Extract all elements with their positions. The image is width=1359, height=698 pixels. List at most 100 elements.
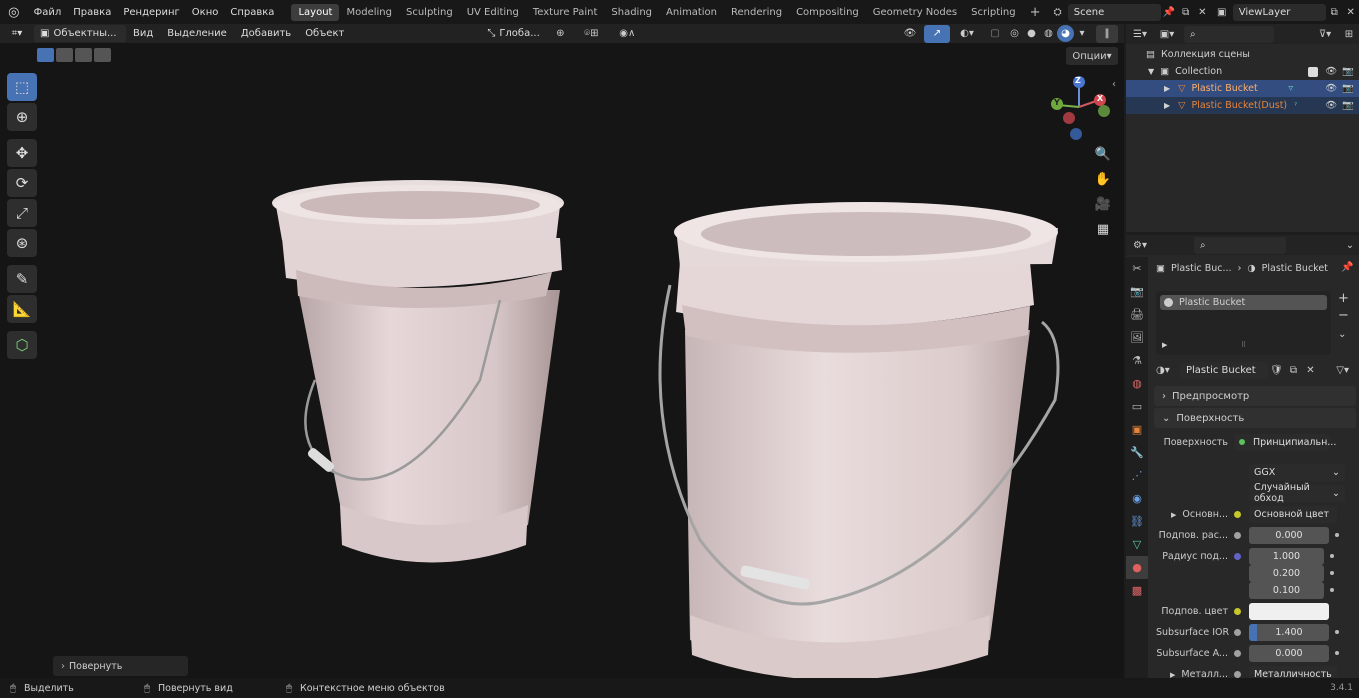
expand-icon[interactable]: ▶	[1170, 671, 1175, 679]
base-color-link[interactable]: Основной цвет	[1249, 505, 1337, 523]
eye-icon[interactable]: 👁	[1325, 100, 1337, 111]
tab-animation[interactable]: Animation	[659, 4, 724, 21]
outliner-scene-collection-row[interactable]: ▤ Коллекция сцены	[1126, 46, 1359, 63]
modifier-tab-icon[interactable]: 🔧	[1126, 441, 1148, 464]
new-viewlayer-icon[interactable]: ⧉	[1326, 7, 1343, 18]
radius-x-field[interactable]: 1.000	[1249, 547, 1324, 565]
subsurface-color-swatch[interactable]	[1249, 602, 1329, 620]
radius-z-field[interactable]: 0.100	[1249, 581, 1324, 599]
material-slot-list[interactable]: Plastic Bucket ▶ ⠿	[1156, 291, 1331, 355]
menu-render[interactable]: Рендеринг	[117, 7, 185, 18]
menu-object[interactable]: Объект	[298, 28, 351, 39]
zoom-icon[interactable]: 🔍	[1092, 143, 1114, 165]
subsurface-ior-field[interactable]: 1.400	[1249, 623, 1329, 641]
material-browse-icon[interactable]: ◑▾	[1156, 365, 1180, 376]
visibility-icon[interactable]: 👁	[896, 28, 924, 39]
menu-add[interactable]: Добавить	[234, 28, 298, 39]
material-name-field[interactable]: Plastic Bucket	[1180, 361, 1268, 379]
pan-hand-icon[interactable]: ✋	[1092, 168, 1114, 190]
orientation-dropdown[interactable]: ⤡ Глоба...	[481, 25, 548, 42]
surface-shader-dropdown[interactable]: Принципиальн...	[1234, 433, 1336, 451]
proportional-edit-icon[interactable]: ◉∧	[609, 28, 645, 39]
collapse-sidebar-icon[interactable]: ‹	[1112, 79, 1116, 90]
grid-perspective-icon[interactable]: ▦	[1092, 218, 1114, 240]
eye-icon[interactable]: 👁	[1325, 83, 1337, 94]
keyframe-dot-icon[interactable]	[1335, 533, 1339, 537]
last-operator-panel[interactable]: › Повернуть	[53, 656, 188, 676]
tab-compositing[interactable]: Compositing	[789, 4, 866, 21]
viewlayer-field[interactable]: ViewLayer	[1232, 3, 1326, 21]
pause-icon[interactable]: ‖	[1096, 24, 1118, 43]
menu-help[interactable]: Справка	[224, 7, 280, 18]
axis-gizmo[interactable]	[1044, 75, 1114, 151]
camera-icon[interactable]: 🎥	[1092, 193, 1114, 215]
expand-object-icon[interactable]: ▶	[1164, 84, 1170, 93]
menu-view[interactable]: Вид	[126, 28, 160, 39]
render-tab-icon[interactable]: 📷	[1126, 280, 1148, 303]
tool-tab-icon[interactable]: ✂	[1126, 257, 1148, 280]
mode-dropdown[interactable]: ▣ Объектны...	[34, 25, 126, 42]
tab-rendering[interactable]: Rendering	[724, 4, 789, 21]
keyframe-dot-icon[interactable]	[1335, 651, 1339, 655]
expand-list-icon[interactable]: ▶	[1162, 341, 1167, 349]
menu-file[interactable]: Файл	[28, 7, 68, 18]
xray-icon[interactable]: ▢	[984, 28, 1006, 39]
pin-icon[interactable]: 📌	[1161, 7, 1178, 18]
new-scene-icon[interactable]: ⧉	[1177, 7, 1194, 18]
constraints-tab-icon[interactable]: ⛓	[1126, 510, 1148, 533]
particles-tab-icon[interactable]: ⋰	[1126, 464, 1148, 487]
eye-icon[interactable]: 👁	[1325, 66, 1337, 77]
outliner-collection-row[interactable]: ▼ ▣ Collection 👁 📷	[1126, 63, 1359, 80]
surface-panel-header[interactable]: ⌄ Поверхность	[1154, 408, 1356, 428]
radius-y-field[interactable]: 0.200	[1249, 564, 1324, 582]
link-options-icon[interactable]: ▽▾	[1319, 365, 1349, 376]
duplicate-material-icon[interactable]: ⧉	[1285, 365, 1302, 376]
pivot-icon[interactable]: ⊕	[547, 28, 573, 39]
collection-tab-icon[interactable]: ▭	[1126, 395, 1148, 418]
overlay-toggle-icon[interactable]: ◐▾	[950, 28, 984, 39]
gizmo-toggle-icon[interactable]: ↗	[924, 24, 950, 43]
resize-handle-icon[interactable]: ⠿	[1241, 341, 1246, 349]
plastic-bucket-left[interactable]	[272, 180, 564, 563]
data-tab-icon[interactable]: ▽	[1126, 533, 1148, 556]
menu-edit[interactable]: Правка	[67, 7, 117, 18]
keyframe-dot-icon[interactable]	[1330, 571, 1334, 575]
texture-tab-icon[interactable]: ▩	[1126, 579, 1148, 602]
scene-tab-icon[interactable]: ⚗	[1126, 349, 1148, 372]
material-shading-icon[interactable]: ◍	[1040, 28, 1057, 39]
expand-icon[interactable]: ▶	[1171, 511, 1176, 519]
render-camera-icon[interactable]: 📷	[1342, 83, 1354, 94]
expand-object-icon[interactable]: ▶	[1164, 101, 1170, 110]
new-collection-icon[interactable]: ⊞	[1339, 29, 1359, 40]
tab-texture-paint[interactable]: Texture Paint	[526, 4, 605, 21]
solid-shading-icon[interactable]: ●	[1023, 28, 1040, 39]
editor-type-icon[interactable]: ⌗▾	[0, 28, 34, 39]
physics-tab-icon[interactable]: ◉	[1126, 487, 1148, 510]
render-camera-icon[interactable]: 📷	[1342, 66, 1354, 77]
expand-collection-icon[interactable]: ▼	[1148, 67, 1154, 76]
material-slot-item[interactable]: Plastic Bucket	[1160, 295, 1327, 310]
tab-sculpting[interactable]: Sculpting	[399, 4, 460, 21]
keyframe-dot-icon[interactable]	[1330, 588, 1334, 592]
keyframe-dot-icon[interactable]	[1335, 630, 1339, 634]
tab-layout[interactable]: Layout	[291, 3, 340, 21]
remove-slot-button[interactable]: −	[1338, 308, 1349, 323]
menu-window[interactable]: Окно	[186, 7, 225, 18]
3d-viewport[interactable]: Опции ▾ ⬚ ⊕ ✥ ⟳ ⤢ ⊛ ✎ 📐 ⬡ Z X Y 🔍 ✋ 🎥 ▦ …	[0, 43, 1124, 678]
keyframe-dot-icon[interactable]	[1330, 554, 1334, 558]
preview-panel-header[interactable]: › Предпросмотр	[1154, 386, 1356, 406]
outliner-object-row[interactable]: ▶ ▽ Plastic Bucket(Dust) ˀ 👁 📷	[1126, 97, 1359, 114]
delete-viewlayer-icon[interactable]: ✕	[1342, 7, 1359, 18]
tab-shading[interactable]: Shading	[604, 4, 659, 21]
unlink-material-icon[interactable]: ✕	[1302, 365, 1319, 376]
pin-icon[interactable]: 📌	[1341, 262, 1353, 273]
distribution-dropdown[interactable]: GGX ⌄	[1249, 463, 1345, 481]
rendered-shading-icon[interactable]: ◕	[1057, 25, 1074, 42]
scene-icon[interactable]: ⛭	[1048, 7, 1068, 18]
object-tab-icon[interactable]: ▣	[1126, 418, 1148, 441]
scene-field[interactable]: Scene	[1067, 3, 1161, 21]
tab-modeling[interactable]: Modeling	[339, 4, 399, 21]
outliner-editor-icon[interactable]: ☰▾	[1126, 29, 1154, 40]
outliner-object-row[interactable]: ▶ ▽ Plastic Bucket ▿ 👁 📷	[1126, 80, 1359, 97]
tab-scripting[interactable]: Scripting	[964, 4, 1022, 21]
